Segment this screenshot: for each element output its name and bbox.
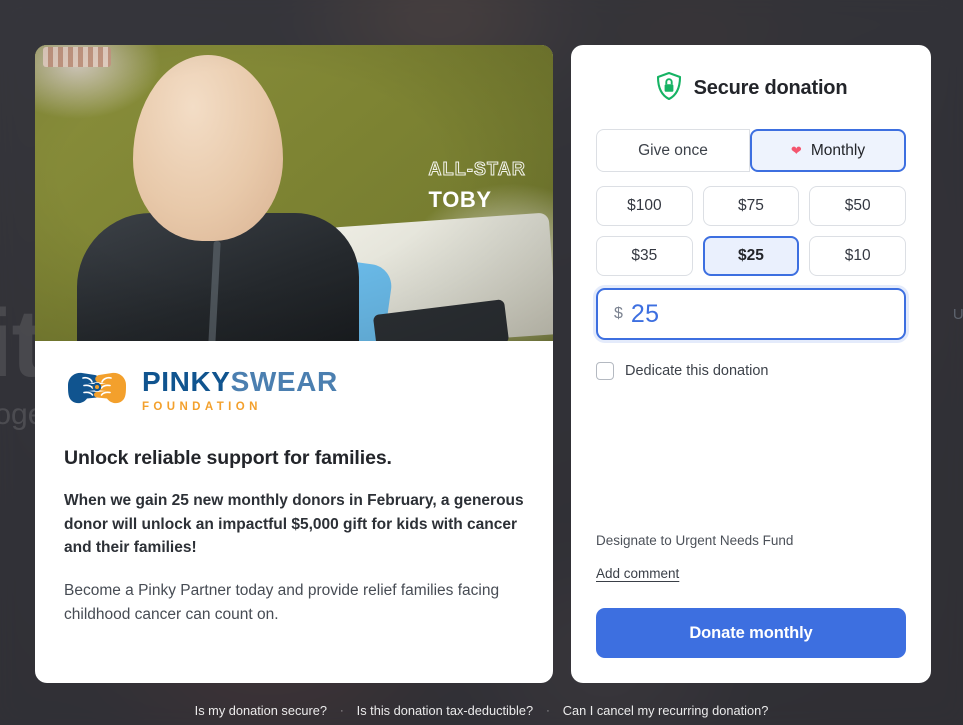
donate-submit-button[interactable]: Donate monthly xyxy=(596,608,906,658)
currency-symbol: $ xyxy=(614,305,623,322)
story-lead-paragraph: When we gain 25 new monthly donors in Fe… xyxy=(64,492,524,557)
dedicate-donation-label: Dedicate this donation xyxy=(625,363,769,379)
hero-badge-label: ALL-STAR xyxy=(428,159,526,179)
amount-option-25[interactable]: $25 xyxy=(702,236,800,276)
logo-word-swear: SWEAR xyxy=(230,365,338,397)
frequency-option-give-once[interactable]: Give once xyxy=(596,129,750,172)
logo-wordmark: PINKYSWEAR FOUNDATION xyxy=(142,366,338,414)
frequency-toggle: Give once ❤ Monthly xyxy=(596,129,906,172)
secure-donation-header: Secure donation xyxy=(596,71,906,106)
heart-icon: ❤ xyxy=(790,143,802,158)
story-title: Unlock reliable support for families. xyxy=(64,447,392,469)
story-body-paragraph: Become a Pinky Partner today and provide… xyxy=(64,582,500,623)
amount-option-50[interactable]: $50 xyxy=(809,186,906,226)
amount-options-grid: $100 $75 $50 $35 $25 $10 xyxy=(596,186,906,276)
logo-tagline: FOUNDATION xyxy=(142,400,262,413)
currency-selector[interactable]: USD xyxy=(953,306,963,323)
form-spacer xyxy=(596,380,906,533)
logo-top-line: PINKYSWEAR xyxy=(142,366,338,397)
custom-amount-input[interactable] xyxy=(630,299,953,329)
frequency-option-monthly-label: Monthly xyxy=(810,141,866,159)
donation-page: it together together we support ALL-STAR… xyxy=(0,0,963,725)
logo-word-pinky: PINKY xyxy=(142,365,231,397)
secure-donation-title: Secure donation xyxy=(693,77,848,99)
footer-link-tax-deductible[interactable]: Is this donation tax-deductible? xyxy=(357,703,533,718)
dedicate-donation-row: Dedicate this donation xyxy=(596,362,906,380)
custom-amount-field[interactable]: $ USD xyxy=(596,288,963,340)
story-body: PINKYSWEAR FOUNDATION Unlock reliable su… xyxy=(35,341,553,627)
story-card: ALL-STAR TOBY PINKYSWEAR FOUNDATION Unlo… xyxy=(35,45,553,683)
cards-container: ALL-STAR TOBY PINKYSWEAR FOUNDATION Unlo… xyxy=(35,45,963,683)
footer-links: Is my donation secure? · Is this donatio… xyxy=(0,703,963,718)
organization-logo: PINKYSWEAR FOUNDATION xyxy=(64,367,524,414)
add-comment-link[interactable]: Add comment xyxy=(596,566,906,581)
footer-separator-2: · xyxy=(546,704,550,717)
footer-separator-1: · xyxy=(339,704,344,717)
footer-link-secure[interactable]: Is my donation secure? xyxy=(195,703,327,718)
hero-image: ALL-STAR TOBY xyxy=(35,45,553,341)
hero-child-name: TOBY xyxy=(428,187,492,212)
footer-link-cancel-recurring[interactable]: Can I cancel my recurring donation? xyxy=(563,703,769,718)
designation-text: Designate to Urgent Needs Fund xyxy=(596,533,794,548)
amount-option-10[interactable]: $10 xyxy=(809,236,906,276)
hero-caption: ALL-STAR TOBY xyxy=(428,159,526,212)
pinky-swear-hands-icon xyxy=(64,367,130,414)
amount-option-75[interactable]: $75 xyxy=(702,186,800,226)
shield-lock-icon xyxy=(655,71,683,106)
dedicate-donation-checkbox[interactable] xyxy=(596,362,614,380)
amount-option-100[interactable]: $100 xyxy=(596,186,693,226)
currency-code-label: USD xyxy=(952,305,963,323)
amount-option-35[interactable]: $35 xyxy=(596,236,693,276)
frequency-option-monthly[interactable]: ❤ Monthly xyxy=(750,129,906,172)
frequency-option-give-once-label: Give once xyxy=(638,141,708,159)
donation-form-card: Secure donation Give once ❤ Monthly $100… xyxy=(571,45,963,683)
